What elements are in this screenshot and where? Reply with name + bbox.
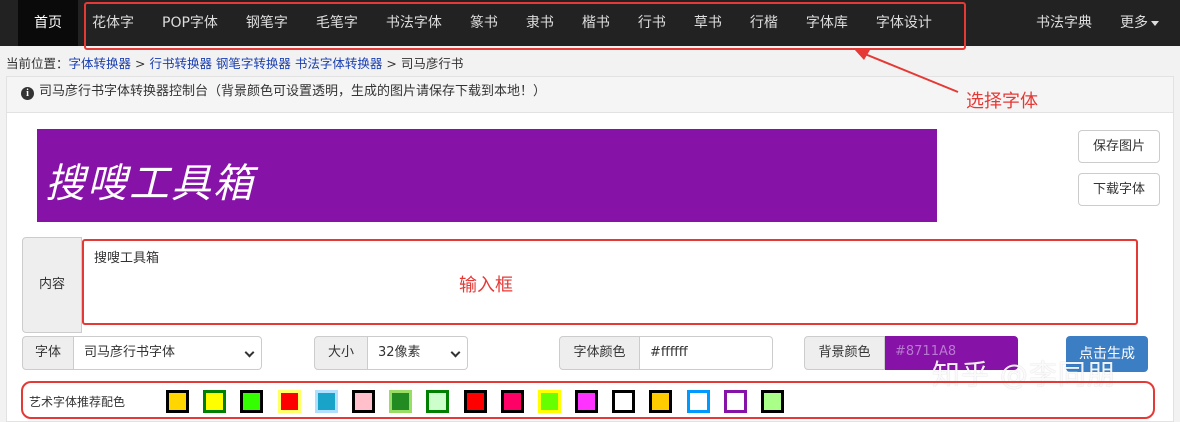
preview-text: 搜嗖工具箱 <box>45 161 255 207</box>
color-swatch[interactable] <box>203 390 227 413</box>
breadcrumb-separator: > <box>382 56 401 71</box>
save-image-button[interactable]: 保存图片 <box>1078 130 1160 163</box>
color-swatch[interactable] <box>723 390 747 413</box>
color-swatch[interactable] <box>649 390 673 413</box>
panel-info-text: 司马彦行书字体转换器控制台（背景颜色可设置透明，生成的图片请保存下载到本地！） <box>39 84 547 99</box>
color-scheme-label: 艺术字体推荐配色 <box>29 395 126 409</box>
nav-more-label: 更多 <box>1120 15 1148 31</box>
color-swatch[interactable] <box>612 390 636 413</box>
breadcrumb: 当前位置：字体转换器 > 行书转换器 钢笔字转换器 书法字体转换器 > 司马彦行… <box>6 53 463 72</box>
top-navbar: 首页 花体字 POP字体 钢笔字 毛笔字 书法字体 篆书 隶书 楷书 行书 草书… <box>0 0 1180 50</box>
color-swatch[interactable] <box>277 390 301 413</box>
nav-home[interactable]: 首页 <box>18 0 78 46</box>
color-scheme-row: 艺术字体推荐配色 <box>21 381 1155 419</box>
size-select-group: 大小 32像素 <box>314 336 468 370</box>
font-select-group: 字体 司马彦行书字体 <box>22 336 264 370</box>
bg-color-label: 背景颜色 <box>804 336 885 370</box>
color-swatch[interactable] <box>240 390 264 413</box>
color-swatch[interactable] <box>351 390 375 413</box>
info-icon: i <box>21 87 34 100</box>
color-swatch[interactable] <box>537 390 561 413</box>
color-swatch[interactable] <box>500 390 524 413</box>
preview-image: 搜嗖工具箱 <box>37 129 937 222</box>
nav-highlight-box <box>84 2 966 50</box>
nav-item-calligraphy-dictionary[interactable]: 书法字典 <box>1022 0 1106 46</box>
content-label: 内容 <box>22 237 82 333</box>
color-swatch[interactable] <box>761 390 784 413</box>
size-label: 大小 <box>314 336 368 370</box>
converter-panel: i 司马彦行书字体转换器控制台（背景颜色可设置透明，生成的图片请保存下载到本地！）… <box>6 76 1174 422</box>
breadcrumb-current: 司马彦行书 <box>400 56 464 71</box>
color-swatches <box>166 390 798 413</box>
arrow-annotation-icon <box>854 49 959 93</box>
chevron-down-icon <box>1151 20 1159 26</box>
font-label: 字体 <box>22 336 74 370</box>
color-swatch[interactable] <box>166 390 189 413</box>
color-swatch[interactable] <box>389 390 413 413</box>
color-swatch[interactable] <box>426 390 450 413</box>
nav-annotation: 选择字体 <box>966 91 1038 112</box>
color-swatch[interactable] <box>575 390 599 413</box>
content-input[interactable] <box>82 239 1138 325</box>
font-select[interactable]: 司马彦行书字体 <box>74 336 262 370</box>
color-swatch[interactable] <box>314 390 338 413</box>
chevron-down-icon <box>450 347 461 358</box>
font-color-group: 字体颜色 #ffffff <box>559 336 773 370</box>
color-swatch[interactable] <box>686 390 710 413</box>
font-select-value: 司马彦行书字体 <box>84 345 176 360</box>
color-swatch[interactable] <box>463 390 487 413</box>
size-select[interactable]: 32像素 <box>368 336 468 370</box>
content-group: 内容 <box>22 237 1140 333</box>
chevron-down-icon <box>244 347 255 358</box>
input-annotation: 输入框 <box>459 275 513 296</box>
download-font-button[interactable]: 下载字体 <box>1078 173 1160 206</box>
breadcrumb-separator: > <box>131 56 150 71</box>
nav-item-more[interactable]: 更多 <box>1106 0 1173 46</box>
breadcrumb-link-categories[interactable]: 行书转换器 钢笔字转换器 书法字体转换器 <box>149 56 382 71</box>
breadcrumb-link-converter[interactable]: 字体转换器 <box>69 56 132 71</box>
breadcrumb-prefix: 当前位置： <box>6 56 69 71</box>
size-select-value: 32像素 <box>378 345 421 360</box>
font-color-label: 字体颜色 <box>559 336 640 370</box>
font-color-input[interactable]: #ffffff <box>640 336 773 370</box>
